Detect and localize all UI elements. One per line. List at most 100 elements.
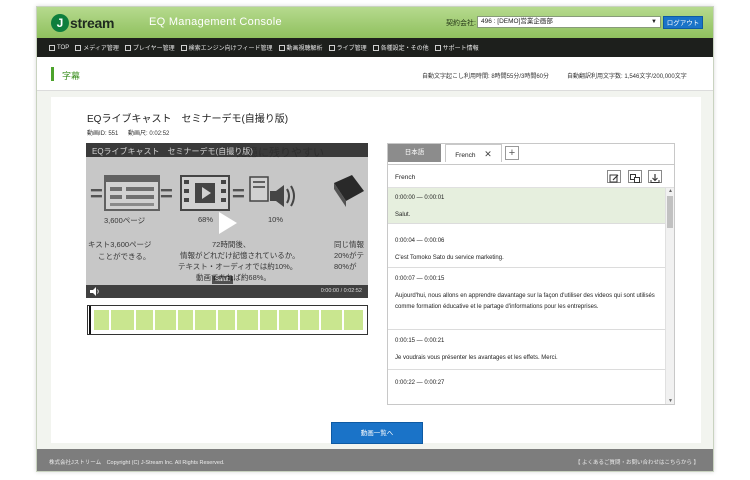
video-player[interactable]: 記憶に残りやすい EQライブキャスト セミナーデモ(自撮り版) = 3,600ペ… — [86, 143, 368, 298]
edit-button[interactable] — [607, 170, 621, 183]
caption-overlay: Salut. — [212, 276, 234, 284]
cue-text: C'est Tomoko Sato du service marketing. — [395, 255, 504, 261]
nav-item-label: 動画視聴解析 — [286, 46, 323, 52]
video-title: EQライブキャスト セミナーデモ(自撮り版) — [87, 114, 289, 125]
nav-bullet-icon — [434, 44, 441, 51]
cue-text: Aujourd'hui, nous allons en apprendre da… — [395, 293, 655, 310]
nav-item-top[interactable]: TOP — [49, 44, 70, 51]
translate-button[interactable] — [628, 170, 642, 183]
nav-item-label: メディア管理 — [83, 46, 119, 52]
nav-item-feed[interactable]: 検索エンジン向けフィード管理 — [180, 43, 273, 52]
subtitle-panel: 日本語 French ✕ + French 0:00:00 — 0:00:01 … — [387, 143, 675, 405]
timeline-segment[interactable] — [93, 310, 109, 330]
video-meta: 動画ID: 551 動画尺: 0:02:52 — [87, 128, 177, 137]
app-window: J stream EQ Management Console 契約会社: 496… — [36, 6, 714, 472]
timeline-segment[interactable] — [194, 310, 216, 330]
video-duration: 動画尺: 0:02:52 — [128, 131, 170, 137]
download-button[interactable] — [648, 170, 662, 183]
section-header: 字幕 自動文字起こし利用時間: 8時間55分/3時間60分 自動翻訳利用文字数:… — [37, 57, 713, 91]
copyright: 株式会社Jストリーム Copyright (C) J-Stream Inc. A… — [49, 460, 225, 466]
company-label: 契約会社: — [446, 20, 476, 27]
volume-icon[interactable] — [90, 287, 100, 296]
header-bar: J stream EQ Management Console 契約会社: 496… — [37, 7, 713, 38]
nav-item-media[interactable]: メディア管理 — [75, 43, 119, 52]
nav-item-support[interactable]: サポート情報 — [434, 43, 479, 52]
nav-bullet-icon — [180, 44, 187, 51]
close-tab-icon[interactable]: ✕ — [484, 149, 492, 159]
video-list-button[interactable]: 動画一覧へ — [331, 422, 423, 444]
cue-list: 0:00:00 — 0:00:01 Salut. 0:00:04 — 0:00:… — [388, 188, 665, 404]
timeline-segment[interactable] — [110, 310, 134, 330]
logout-button[interactable]: ログアウト — [663, 16, 703, 29]
nav-item-settings[interactable]: 各種設定・その他 — [372, 43, 429, 52]
add-language-button[interactable]: + — [505, 146, 519, 160]
nav-bullet-icon — [372, 44, 379, 51]
nav-bullet-icon — [75, 44, 82, 51]
timeline-segment[interactable] — [299, 310, 319, 330]
scroll-up-icon[interactable]: ▲ — [666, 188, 675, 194]
timeline-segment[interactable] — [135, 310, 153, 330]
cue-time: 0:00:07 — 0:00:15 — [395, 276, 445, 282]
download-icon — [650, 174, 660, 183]
timeline-segment[interactable] — [217, 310, 235, 330]
cue-text: Salut. — [395, 212, 411, 218]
nav-item-label: 検索エンジン向けフィード管理 — [188, 46, 273, 52]
jstream-logo[interactable]: J stream — [51, 13, 137, 32]
main-content: EQライブキャスト セミナーデモ(自撮り版) 動画ID: 551 動画尺: 0:… — [51, 97, 701, 444]
translate-icon — [630, 174, 640, 183]
cue-row[interactable]: 0:00:22 — 0:00:27 — [388, 370, 665, 404]
scrollbar-thumb[interactable] — [667, 196, 673, 228]
section-title: 字幕 — [62, 71, 81, 81]
language-tabs: 日本語 French ✕ + — [388, 144, 674, 162]
usage-transcribe: 自動文字起こし利用時間: 8時間55分/3時間60分 — [422, 74, 550, 80]
cue-scrollbar[interactable]: ▲ ▼ — [665, 188, 674, 404]
timeline-segment[interactable] — [177, 310, 193, 330]
edit-icon — [609, 174, 619, 183]
timeline-segment[interactable] — [154, 310, 176, 330]
video-id: 動画ID: 551 — [87, 131, 119, 137]
timeline-segment[interactable] — [236, 310, 258, 330]
cue-time: 0:00:22 — 0:00:27 — [395, 380, 445, 386]
logo-mark: J — [51, 13, 69, 32]
nav-item-player[interactable]: プレイヤー管理 — [124, 43, 175, 52]
faq-link[interactable]: 【 よくあるご質問・お問い合わせはこちらから 】 — [575, 458, 699, 466]
cue-row[interactable]: 0:00:15 — 0:00:21 Je voudrais vous prése… — [388, 330, 665, 370]
cue-row-active[interactable]: 0:00:00 — 0:00:01 Salut. — [388, 188, 665, 224]
time-display: 0:00:00 / 0:02:52 — [320, 288, 362, 294]
footer: 株式会社Jストリーム Copyright (C) J-Stream Inc. A… — [37, 449, 713, 471]
dropdown-arrow-icon: ▼ — [651, 19, 657, 25]
timeline-segment[interactable] — [343, 310, 363, 330]
nav-bullet-icon — [328, 44, 335, 51]
panel-language: French — [395, 174, 416, 181]
timeline-segment[interactable] — [320, 310, 342, 330]
nav-item-label: TOP — [57, 44, 70, 51]
nav-item-label: プレイヤー管理 — [132, 46, 175, 52]
timeline-segment[interactable] — [259, 310, 277, 330]
caption-timeline[interactable] — [87, 305, 368, 335]
play-icon[interactable] — [211, 208, 241, 238]
cue-row[interactable]: 0:00:07 — 0:00:15 Aujourd'hui, nous allo… — [388, 268, 665, 330]
section-accent — [51, 67, 54, 81]
logo-text: stream — [70, 14, 115, 31]
scroll-down-icon[interactable]: ▼ — [666, 398, 675, 404]
cue-row[interactable]: 0:00:04 — 0:00:06 C'est Tomoko Sato du s… — [388, 224, 665, 268]
tab-japanese[interactable]: 日本語 — [388, 144, 441, 162]
player-controls: 0:00:00 / 0:02:52 — [86, 285, 368, 298]
app-title: EQ Management Console — [149, 16, 282, 28]
cue-text: Je voudrais vous présenter les avantages… — [395, 355, 558, 361]
nav-bullet-icon — [124, 44, 131, 51]
playhead-marker[interactable] — [89, 306, 91, 334]
company-select-value: 496 : [DEMO]営業企画部 — [481, 18, 553, 25]
nav-item-analytics[interactable]: 動画視聴解析 — [278, 43, 323, 52]
tab-french-label: French — [455, 152, 476, 159]
company-select[interactable]: 496 : [DEMO]営業企画部 ▼ — [477, 16, 661, 28]
timeline-segment[interactable] — [278, 310, 298, 330]
nav-bullet-icon — [49, 44, 55, 51]
cue-time: 0:00:15 — 0:00:21 — [395, 338, 445, 344]
cue-time: 0:00:00 — 0:00:01 — [395, 195, 445, 201]
nav-item-live[interactable]: ライブ管理 — [328, 43, 367, 52]
main-nav: TOP メディア管理 プレイヤー管理 検索エンジン向けフィード管理 動画視聴解析… — [37, 38, 713, 57]
tab-french[interactable]: French ✕ — [445, 144, 502, 162]
nav-bullet-icon — [278, 44, 285, 51]
subtitle-panel-header: French — [388, 164, 674, 188]
